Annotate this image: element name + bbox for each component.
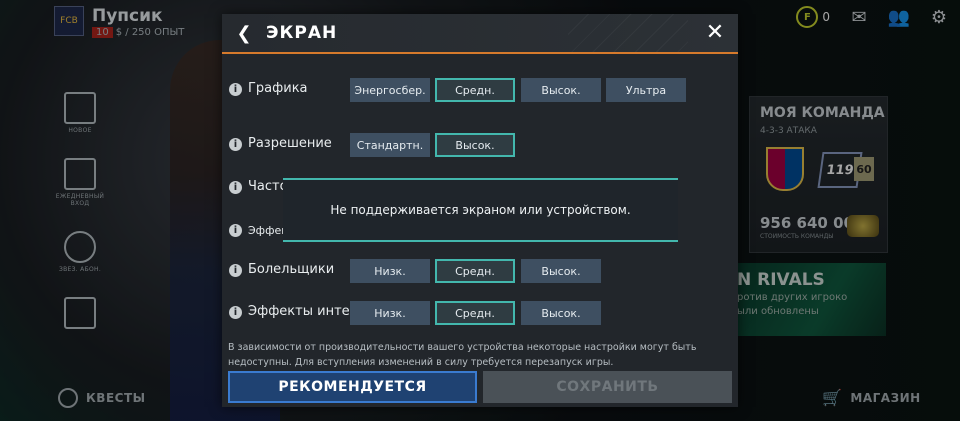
- ui-effects-option-medium[interactable]: Средн.: [435, 301, 515, 325]
- ui-effects-option-low[interactable]: Низк.: [350, 301, 430, 325]
- modal-header: ❮ ЭКРАН ✕: [222, 14, 738, 54]
- crowd-option-medium[interactable]: Средн.: [435, 259, 515, 283]
- back-arrow-icon[interactable]: ❮: [236, 23, 252, 44]
- modal-title: ЭКРАН: [266, 23, 338, 43]
- info-icon[interactable]: i: [229, 83, 242, 96]
- setting-row-graphics: i Графика Энергосбер. Средн. Высок. Ульт…: [222, 78, 738, 102]
- setting-label: Разрешение: [248, 136, 332, 151]
- close-icon[interactable]: ✕: [704, 20, 726, 45]
- restart-notice: В зависимости от производительности ваше…: [228, 342, 697, 368]
- recommended-button[interactable]: РЕКОМЕНДУЕТСЯ: [228, 371, 477, 403]
- setting-row-ui-effects: i Эффекты интерф. Низк. Средн. Высок.: [222, 301, 738, 325]
- unsupported-toast: Не поддерживается экраном или устройство…: [283, 178, 678, 242]
- setting-label: Графика: [248, 81, 308, 96]
- info-icon[interactable]: i: [229, 224, 242, 237]
- setting-label: Часто: [248, 179, 288, 194]
- crowd-option-high[interactable]: Высок.: [521, 259, 601, 283]
- info-icon[interactable]: i: [229, 138, 242, 151]
- resolution-option-standard[interactable]: Стандартн.: [350, 133, 430, 157]
- graphics-option-power-saving[interactable]: Энергосбер.: [350, 78, 430, 102]
- graphics-option-medium[interactable]: Средн.: [435, 78, 515, 102]
- setting-label: Болельщики: [248, 262, 335, 277]
- crowd-option-low[interactable]: Низк.: [350, 259, 430, 283]
- ui-effects-option-high[interactable]: Высок.: [521, 301, 601, 325]
- save-button[interactable]: СОХРАНИТЬ: [483, 371, 732, 403]
- info-icon[interactable]: i: [229, 264, 242, 277]
- graphics-option-ultra[interactable]: Ультра: [606, 78, 686, 102]
- graphics-option-high[interactable]: Высок.: [521, 78, 601, 102]
- setting-row-resolution: i Разрешение Стандартн. Высок.: [222, 133, 738, 157]
- info-icon[interactable]: i: [229, 306, 242, 319]
- setting-row-crowd: i Болельщики Низк. Средн. Высок.: [222, 259, 738, 283]
- resolution-option-high[interactable]: Высок.: [435, 133, 515, 157]
- info-icon[interactable]: i: [229, 181, 242, 194]
